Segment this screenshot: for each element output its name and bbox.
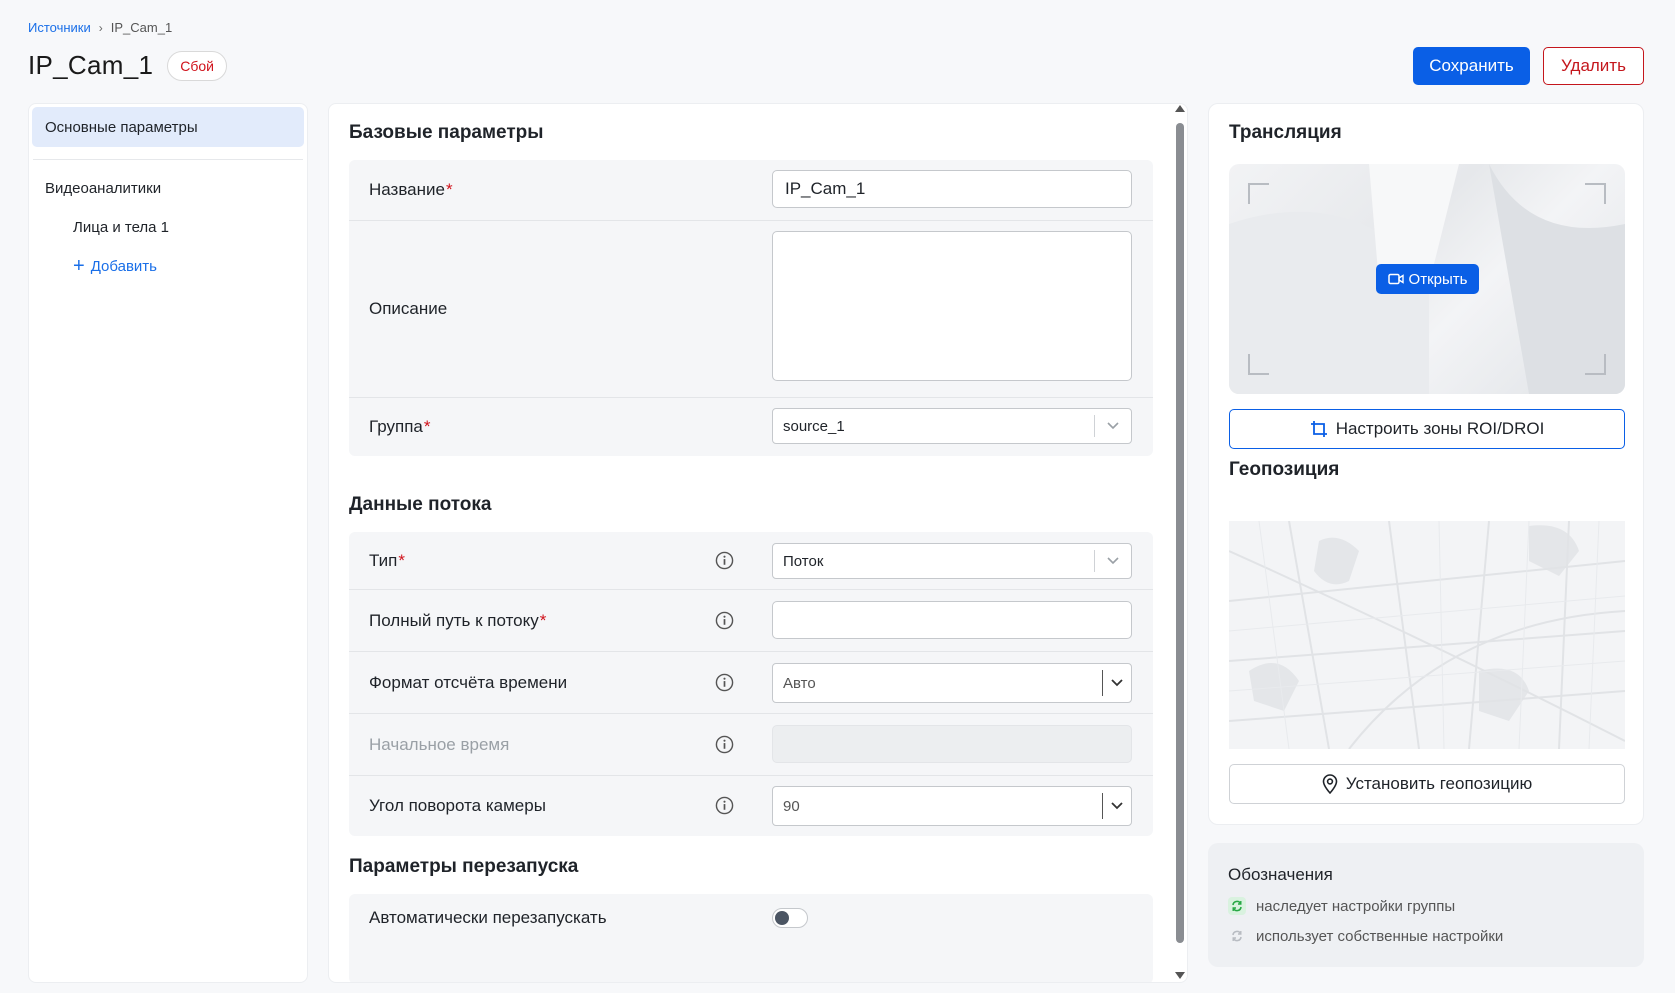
group-select[interactable]: source_1	[772, 408, 1132, 444]
rotation-select[interactable]: 90	[772, 786, 1132, 826]
set-geoposition-button[interactable]: Установить геопозицию	[1229, 764, 1625, 804]
start-time-input	[772, 725, 1132, 763]
broadcast-geo-card: Трансляция Открыть Настроить зоны ROI/DR…	[1208, 103, 1644, 825]
base-params-group: Название* Описание Группа* source_1	[349, 160, 1153, 456]
auto-restart-toggle[interactable]	[772, 908, 808, 928]
description-textarea[interactable]	[772, 231, 1132, 381]
legend-card: Обозначения наследует настройки группы и…	[1208, 843, 1644, 967]
breadcrumb-current: IP_Cam_1	[110, 20, 173, 35]
row-name: Название*	[349, 160, 1153, 221]
status-badge: Сбой	[167, 50, 227, 81]
stream-path-input[interactable]	[772, 601, 1132, 639]
toggle-knob	[775, 911, 789, 925]
breadcrumb-link-sources[interactable]: Источники	[28, 20, 91, 35]
sidebar-item-basic-params[interactable]: Основные параметры	[32, 107, 304, 147]
main-form-panel: Базовые параметры Название* Описание Гру…	[328, 103, 1188, 983]
delete-button[interactable]: Удалить	[1543, 47, 1644, 85]
open-stream-button[interactable]: Открыть	[1376, 264, 1479, 294]
legend-own: использует собственные настройки	[1228, 927, 1503, 945]
legend-own-label: использует собственные настройки	[1256, 927, 1504, 945]
description-label: Описание	[369, 299, 448, 318]
sidebar-add-button[interactable]: + Добавить	[29, 236, 307, 277]
chevron-down-icon	[1103, 679, 1131, 687]
video-camera-icon	[1387, 273, 1404, 285]
stream-params-group: Тип* Поток Полный путь к потоку* Формат …	[349, 532, 1153, 836]
time-format-select[interactable]: Авто	[772, 663, 1132, 703]
set-geoposition-label: Установить геопозицию	[1345, 774, 1533, 793]
scroll-thumb[interactable]	[1176, 123, 1184, 943]
row-auto-restart: Автоматически перезапускать	[349, 894, 1153, 944]
title-row: IP_Cam_1 Сбой	[28, 50, 227, 81]
inherit-sync-icon	[1228, 897, 1246, 915]
row-description: Описание	[349, 221, 1153, 398]
chevron-down-icon	[1095, 422, 1131, 430]
rotation-select-value: 90	[783, 797, 800, 815]
sidebar-group-video-analytics[interactable]: Видеоаналитики	[29, 160, 307, 197]
plus-icon: +	[73, 255, 85, 277]
breadcrumb: Источники › IP_Cam_1	[28, 20, 172, 35]
time-format-select-value: Авто	[783, 674, 816, 692]
save-button[interactable]: Сохранить	[1413, 47, 1530, 85]
section-title-restart: Параметры перезапуска	[349, 856, 579, 877]
info-icon[interactable]	[715, 551, 734, 570]
time-format-label: Формат отсчёта времени	[369, 672, 568, 692]
stream-path-label: Полный путь к потоку*	[369, 610, 547, 630]
section-title-base: Базовые параметры	[349, 122, 544, 143]
group-select-value: source_1	[783, 417, 845, 435]
broadcast-title: Трансляция	[1229, 122, 1342, 143]
legend-title: Обозначения	[1228, 865, 1333, 884]
type-label: Тип*	[369, 550, 405, 570]
geo-title: Геопозиция	[1229, 459, 1340, 480]
info-icon[interactable]	[715, 796, 734, 815]
section-title-stream: Данные потока	[349, 494, 492, 515]
name-input[interactable]	[772, 170, 1132, 208]
open-stream-label: Открыть	[1408, 270, 1468, 288]
start-time-label: Начальное время	[369, 734, 510, 754]
row-time-format: Формат отсчёта времени Авто	[349, 652, 1153, 714]
location-pin-icon	[1322, 774, 1338, 794]
scroll-down-arrow[interactable]	[1175, 972, 1185, 979]
chevron-down-icon	[1095, 557, 1131, 565]
map-view[interactable]	[1229, 521, 1625, 749]
row-group: Группа* source_1	[349, 398, 1153, 456]
configure-roi-button[interactable]: Настроить зоны ROI/DROI	[1229, 409, 1625, 449]
sidebar-add-label: Добавить	[90, 258, 157, 275]
info-icon[interactable]	[715, 611, 734, 630]
main-scrollbar[interactable]	[1172, 103, 1188, 983]
row-stream-path: Полный путь к потоку*	[349, 590, 1153, 652]
chevron-right-icon: ›	[98, 20, 103, 35]
row-type: Тип* Поток	[349, 532, 1153, 590]
legend-inherits-label: наследует настройки группы	[1256, 897, 1456, 915]
page-title: IP_Cam_1	[28, 50, 154, 80]
crop-icon	[1310, 421, 1327, 437]
chevron-down-icon	[1103, 802, 1131, 810]
rotation-label: Угол поворота камеры	[369, 796, 546, 815]
scroll-up-arrow[interactable]	[1175, 105, 1185, 112]
row-start-time: Начальное время	[349, 714, 1153, 776]
sidebar-item-faces-bodies[interactable]: Лица и тела 1	[29, 197, 307, 236]
row-rotation: Угол поворота камеры 90	[349, 776, 1153, 836]
auto-restart-label: Автоматически перезапускать	[369, 908, 607, 927]
map-background	[1229, 521, 1625, 749]
type-select[interactable]: Поток	[772, 543, 1132, 579]
video-preview: Открыть	[1229, 164, 1625, 394]
name-label: Название*	[369, 180, 453, 199]
group-label: Группа*	[369, 417, 431, 436]
own-sync-icon	[1232, 930, 1242, 942]
info-icon[interactable]	[715, 673, 734, 692]
legend-inherits: наследует настройки группы	[1228, 897, 1455, 915]
restart-params-group: Автоматически перезапускать	[349, 894, 1153, 982]
info-icon[interactable]	[715, 735, 734, 754]
sidebar: Основные параметры Видеоаналитики Лица и…	[28, 103, 308, 983]
configure-roi-label: Настроить зоны ROI/DROI	[1335, 419, 1545, 438]
type-select-value: Поток	[783, 552, 824, 570]
